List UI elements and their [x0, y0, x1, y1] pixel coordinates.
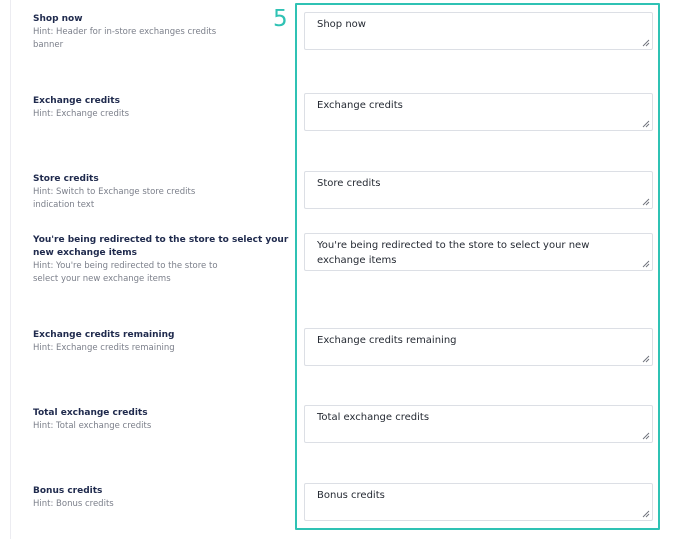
field-title: You're being redirected to the store to … — [33, 235, 289, 258]
field-hint: Hint: Bonus credits — [33, 499, 114, 509]
store-credits-textarea[interactable]: Store credits — [304, 171, 653, 209]
field-hint: Hint: Exchange credits remaining — [33, 343, 175, 353]
field-title: Exchange credits — [33, 96, 120, 106]
field-label-exchange-credits: Exchange credits Hint: Exchange credits — [33, 95, 291, 121]
step-number: 5 — [273, 6, 288, 32]
textarea-value: Bonus credits — [317, 490, 385, 501]
redirect-message-textarea[interactable]: You're being redirected to the store to … — [304, 233, 653, 271]
textarea-value: Store credits — [317, 178, 381, 189]
field-label-store-credits: Store credits Hint: Switch to Exchange s… — [33, 173, 291, 212]
credits-remaining-textarea[interactable]: Exchange credits remaining — [304, 328, 653, 366]
field-hint: Hint: Total exchange credits — [33, 421, 152, 431]
field-label-shop-now: Shop now Hint: Header for in-store excha… — [33, 13, 291, 52]
field-label-redirect-message: You're being redirected to the store to … — [33, 234, 291, 286]
resize-handle-icon[interactable] — [642, 355, 650, 363]
textarea-value: You're being redirected to the store to … — [317, 240, 593, 266]
field-title: Shop now — [33, 14, 83, 24]
field-title: Exchange credits remaining — [33, 330, 175, 340]
field-hint: Hint: You're being redirected to the sto… — [33, 261, 218, 284]
resize-handle-icon[interactable] — [642, 510, 650, 518]
field-hint: Hint: Switch to Exchange store credits i… — [33, 187, 196, 210]
field-title: Bonus credits — [33, 486, 103, 496]
resize-handle-icon[interactable] — [642, 120, 650, 128]
resize-handle-icon[interactable] — [642, 432, 650, 440]
field-hint: Hint: Exchange credits — [33, 109, 130, 119]
bonus-credits-textarea[interactable]: Bonus credits — [304, 483, 653, 521]
field-title: Total exchange credits — [33, 408, 148, 418]
textarea-value: Total exchange credits — [317, 412, 430, 423]
resize-handle-icon[interactable] — [642, 198, 650, 206]
field-title: Store credits — [33, 174, 99, 184]
textarea-value: Exchange credits — [317, 100, 403, 111]
exchange-credits-textarea[interactable]: Exchange credits — [304, 93, 653, 131]
field-label-total-credits: Total exchange credits Hint: Total excha… — [33, 407, 291, 433]
shop-now-textarea[interactable]: Shop now — [304, 12, 653, 50]
textarea-value: Exchange credits remaining — [317, 335, 457, 346]
field-label-bonus-credits: Bonus credits Hint: Bonus credits — [33, 485, 291, 511]
field-hint: Hint: Header for in-store exchanges cred… — [33, 27, 217, 50]
resize-handle-icon[interactable] — [642, 39, 650, 47]
total-credits-textarea[interactable]: Total exchange credits — [304, 405, 653, 443]
left-divider — [10, 0, 11, 539]
field-label-credits-remaining: Exchange credits remaining Hint: Exchang… — [33, 329, 291, 355]
textarea-value: Shop now — [317, 19, 366, 30]
resize-handle-icon[interactable] — [642, 260, 650, 268]
